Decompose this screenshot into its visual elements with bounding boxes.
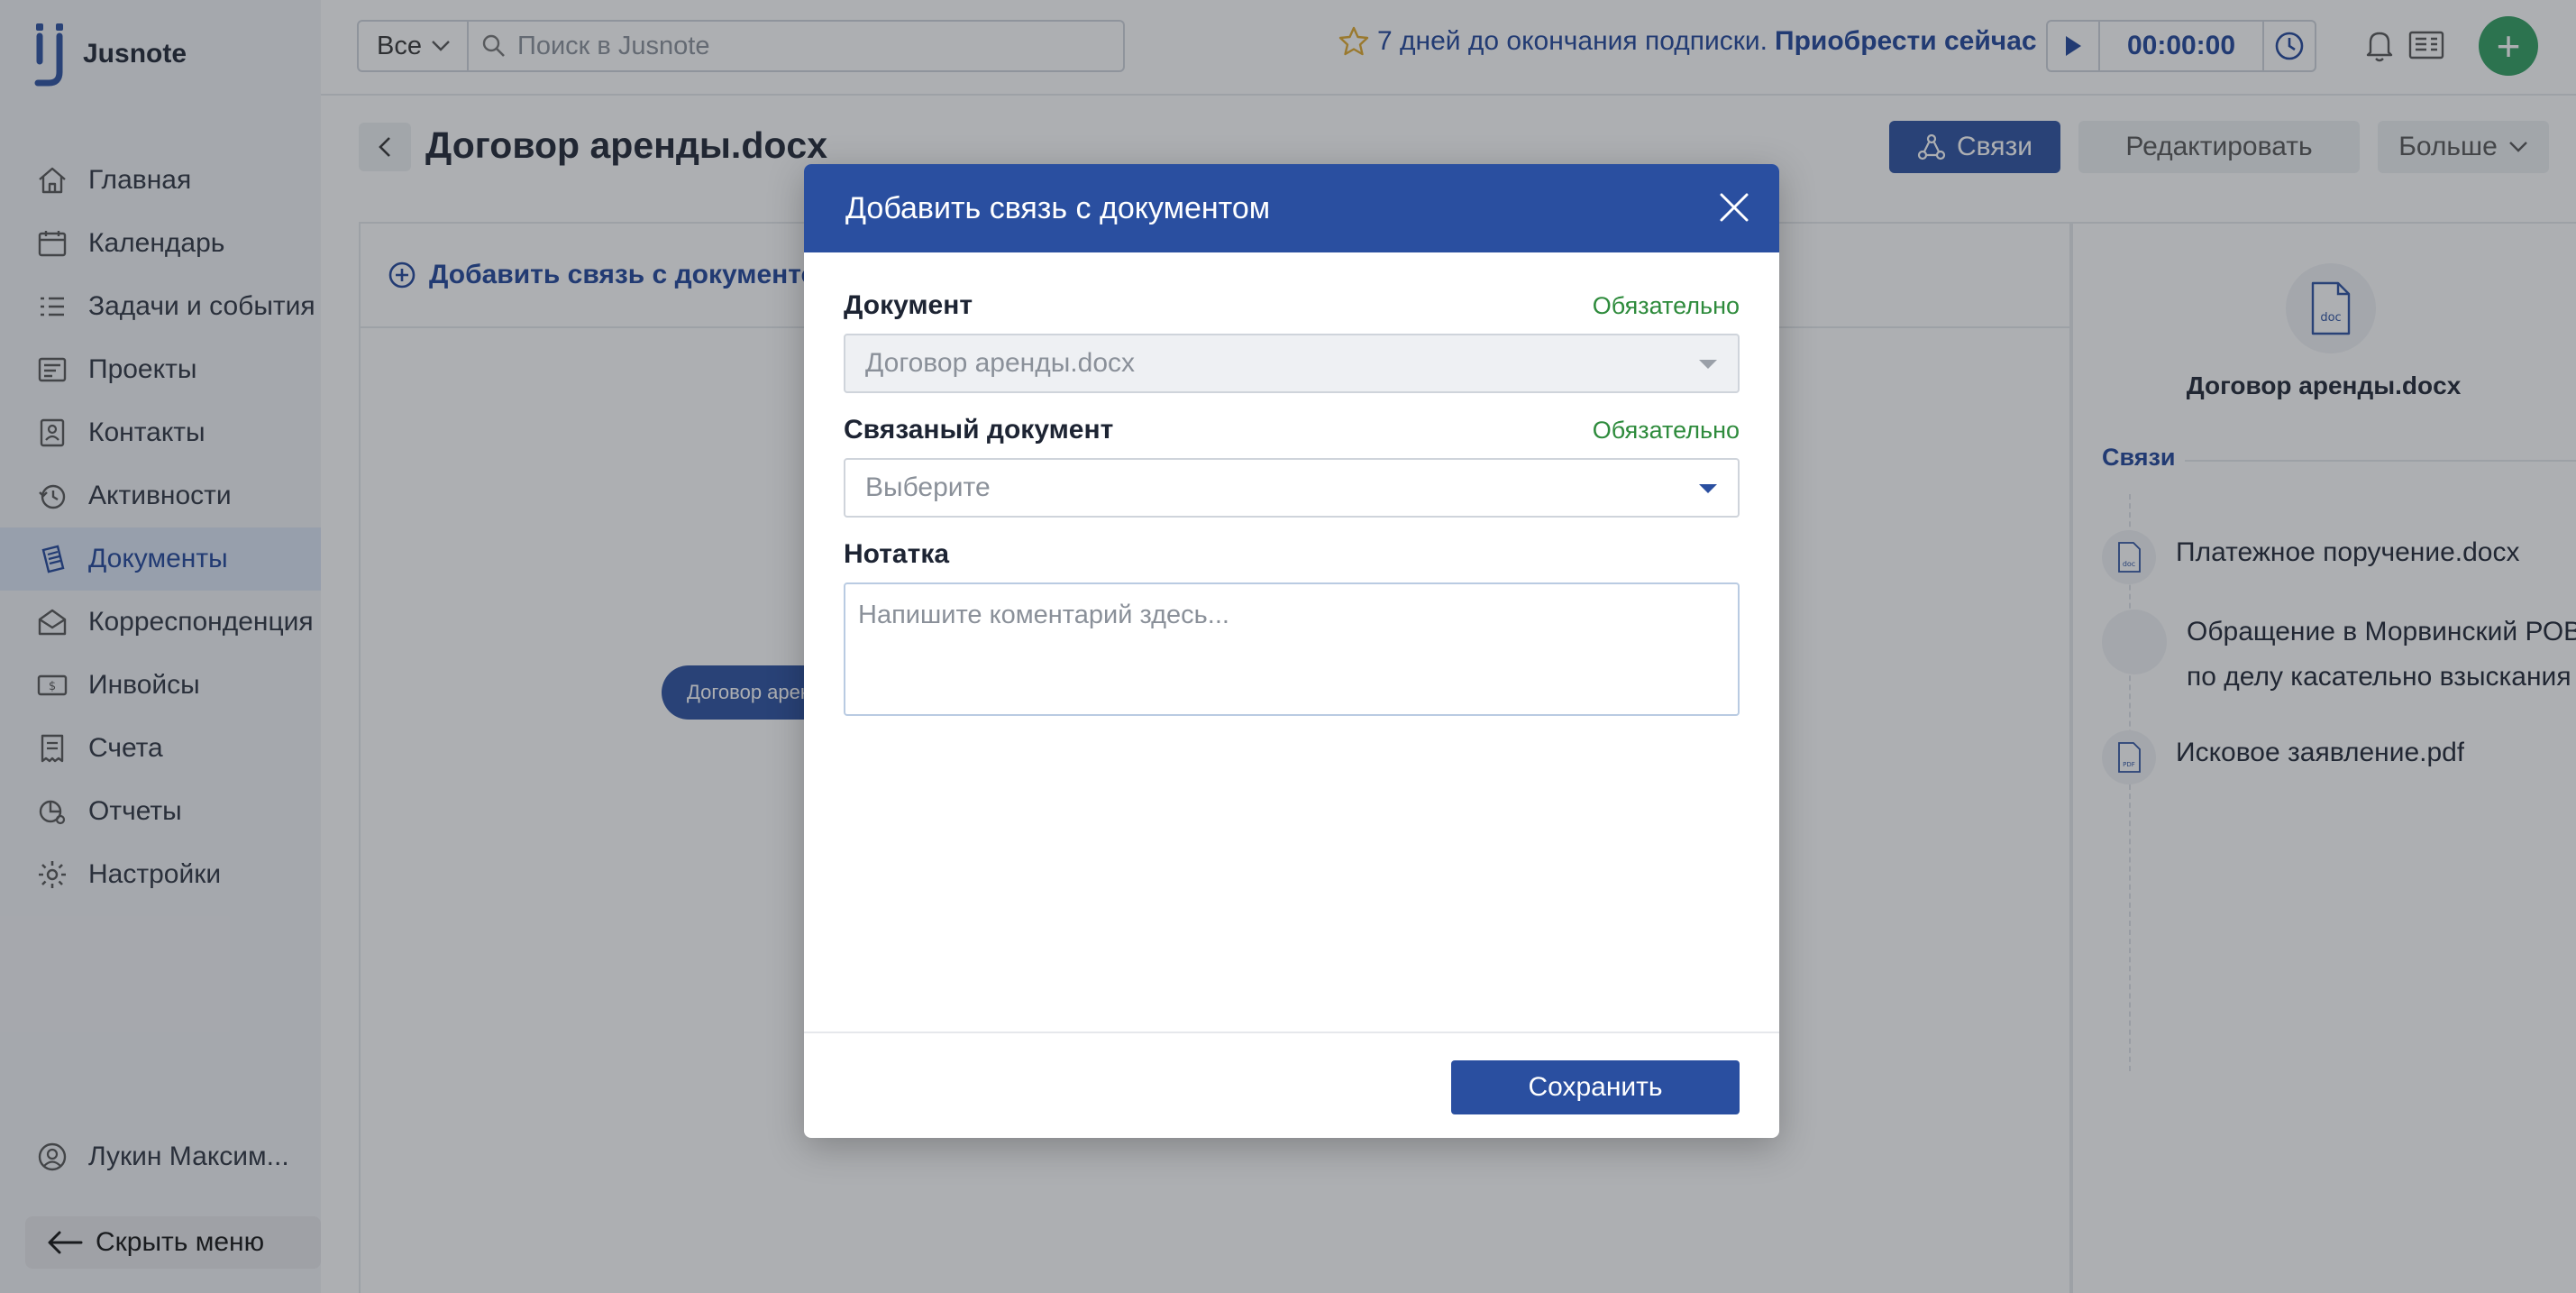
note-textarea[interactable]: Напишите коментарий здесь... — [844, 582, 1740, 716]
modal-header: Добавить связь с документом — [804, 164, 1779, 252]
related-document-placeholder: Выберите — [865, 472, 991, 502]
caret-down-icon — [1699, 484, 1717, 493]
note-field-label: Нотатка — [844, 539, 950, 569]
document-required-label: Обязательно — [1592, 292, 1740, 319]
note-placeholder: Напишите коментарий здесь... — [858, 601, 1229, 629]
close-icon[interactable] — [1716, 189, 1752, 225]
related-document-field-label: Связаный документ — [844, 415, 1114, 445]
add-link-modal: Добавить связь с документом Документ Обя… — [804, 164, 1779, 1138]
document-select-value: Договор аренды.docx — [865, 348, 1136, 378]
save-button-label: Сохранить — [1528, 1072, 1663, 1102]
caret-down-icon — [1699, 360, 1717, 369]
modal-title: Добавить связь с документом — [845, 190, 1271, 225]
modal-footer: Сохранить — [804, 1032, 1779, 1138]
document-field-label: Документ — [844, 290, 973, 320]
related-document-select[interactable]: Выберите — [844, 458, 1740, 518]
document-select: Договор аренды.docx — [844, 334, 1740, 393]
save-button[interactable]: Сохранить — [1451, 1060, 1740, 1114]
related-required-label: Обязательно — [1592, 417, 1740, 444]
